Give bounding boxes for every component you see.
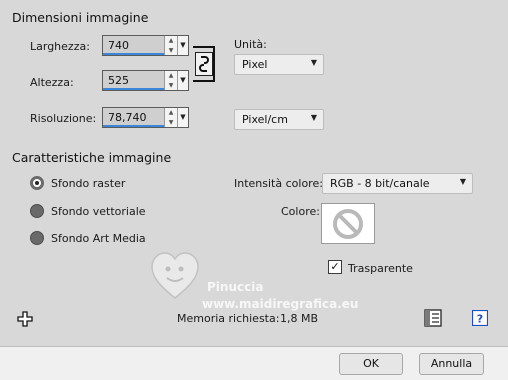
- ok-button[interactable]: OK: [339, 353, 403, 375]
- width-input[interactable]: 740: [103, 36, 164, 55]
- unit-dropdown[interactable]: Pixel ▼: [234, 54, 324, 75]
- memory-required-label: Memoria richiesta:: [177, 312, 280, 325]
- resolution-spin-arrows[interactable]: ▲ ▼: [164, 108, 177, 127]
- prohibited-circle-icon: [333, 208, 363, 239]
- width-label: Larghezza:: [30, 40, 90, 53]
- chevron-down-icon: ▼: [459, 177, 466, 186]
- height-spin-arrows[interactable]: ▲ ▼: [164, 71, 177, 90]
- color-depth-dropdown[interactable]: RGB - 8 bit/canale ▼: [322, 173, 473, 194]
- section-title-image-characteristics: Caratteristiche immagine: [12, 150, 172, 165]
- radio-raster-background[interactable]: [30, 176, 44, 190]
- height-dropdown-icon[interactable]: ▼: [177, 71, 188, 90]
- spin-down-icon[interactable]: ▼: [165, 81, 177, 91]
- art-media-background-label[interactable]: Sfondo Art Media: [51, 232, 146, 245]
- watermark-name: Pinuccia: [207, 280, 264, 294]
- resolution-dropdown-icon[interactable]: ▼: [177, 108, 188, 127]
- raster-background-label[interactable]: Sfondo raster: [51, 177, 125, 190]
- move-cross-icon[interactable]: [17, 311, 33, 327]
- new-image-dialog-body: Dimensioni immagine Larghezza: 740 ▲ ▼ ▼ …: [0, 0, 508, 346]
- radio-vector-background[interactable]: [30, 204, 44, 218]
- spin-up-icon[interactable]: ▲: [165, 36, 177, 46]
- height-label: Altezza:: [30, 76, 74, 89]
- resolution-label: Risoluzione:: [30, 112, 97, 125]
- width-dropdown-icon[interactable]: ▼: [177, 36, 188, 55]
- watermark: Pinuccia www.maidiregrafica.eu: [150, 250, 380, 320]
- help-icon[interactable]: ?: [472, 310, 488, 326]
- color-depth-dropdown-value: RGB - 8 bit/canale: [330, 177, 430, 190]
- spin-up-icon[interactable]: ▲: [165, 108, 177, 118]
- presets-icon[interactable]: [424, 309, 442, 327]
- resolution-spinbox[interactable]: 78,740 ▲ ▼ ▼: [102, 107, 189, 128]
- width-spinbox[interactable]: 740 ▲ ▼ ▼: [102, 35, 189, 56]
- chevron-down-icon: ▼: [310, 113, 317, 122]
- resolution-input[interactable]: 78,740: [103, 108, 164, 127]
- memory-required-value: 1,8 MB: [280, 312, 319, 325]
- chevron-down-icon: ▼: [310, 58, 317, 67]
- cancel-button[interactable]: Annulla: [419, 353, 484, 375]
- svg-text:?: ?: [477, 313, 483, 326]
- radio-art-media-background[interactable]: [30, 231, 44, 245]
- height-input[interactable]: 525: [103, 71, 164, 90]
- unit-label: Unità:: [234, 38, 267, 51]
- heart-icon: [151, 252, 199, 299]
- resolution-unit-dropdown-value: Pixel/cm: [242, 113, 288, 126]
- unit-dropdown-value: Pixel: [242, 58, 268, 71]
- resolution-unit-dropdown[interactable]: Pixel/cm ▼: [234, 109, 324, 130]
- spin-down-icon[interactable]: ▼: [165, 118, 177, 128]
- spin-down-icon[interactable]: ▼: [165, 46, 177, 56]
- color-depth-label: Intensità colore:: [234, 177, 323, 190]
- watermark-url: www.maidiregrafica.eu: [202, 297, 359, 311]
- width-spin-arrows[interactable]: ▲ ▼: [164, 36, 177, 55]
- spin-up-icon[interactable]: ▲: [165, 71, 177, 81]
- height-spinbox[interactable]: 525 ▲ ▼ ▼: [102, 70, 189, 91]
- background-color-swatch[interactable]: [321, 203, 375, 244]
- chain-link-icon[interactable]: [195, 52, 213, 76]
- vector-background-label[interactable]: Sfondo vettoriale: [51, 205, 146, 218]
- section-title-image-dimensions: Dimensioni immagine: [12, 10, 149, 25]
- color-label: Colore:: [281, 205, 320, 218]
